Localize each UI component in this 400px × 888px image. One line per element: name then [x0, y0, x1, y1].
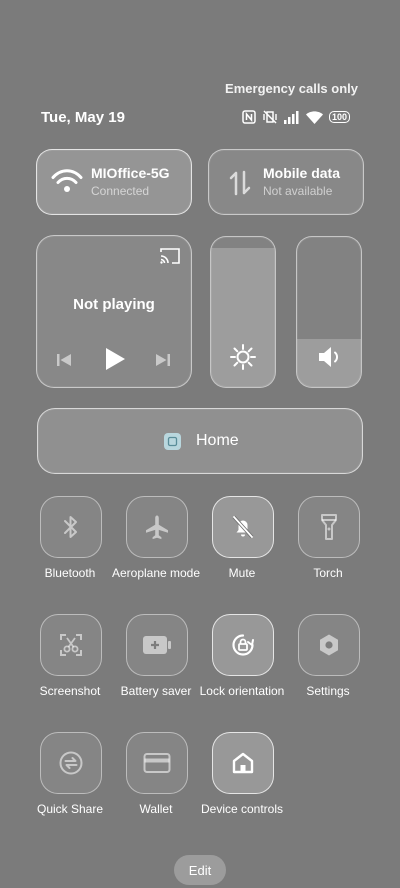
speaker-icon — [317, 345, 343, 374]
wifi-icon — [306, 110, 323, 124]
home-app-icon — [164, 433, 181, 455]
toggle-label-battery-saver: Battery saver — [120, 684, 192, 698]
toggle-label-device-controls: Device controls — [200, 802, 284, 816]
toggle-settings[interactable] — [298, 614, 360, 676]
wifi-status: Connected — [91, 184, 150, 198]
quick-share-icon — [57, 749, 85, 777]
toggle-label-aeroplane-mode: Aeroplane mode — [111, 566, 201, 580]
airplane-icon — [144, 514, 170, 540]
toggle-screenshot[interactable] — [40, 614, 102, 676]
play-icon[interactable] — [103, 346, 127, 377]
previous-icon[interactable] — [55, 351, 73, 374]
signal-icon — [284, 110, 300, 124]
status-icons: 100 — [242, 108, 351, 126]
mobile-data-title: Mobile data — [263, 165, 341, 181]
date-text: Tue, May 19 — [41, 109, 125, 126]
cast-icon[interactable] — [159, 247, 181, 270]
data-arrows-icon — [229, 170, 251, 201]
brightness-slider[interactable] — [210, 236, 276, 388]
mobile-data-tile[interactable]: Mobile data Not available — [208, 149, 364, 215]
sun-icon — [229, 343, 257, 376]
toggle-wallet[interactable] — [126, 732, 188, 794]
battery-plus-icon — [142, 634, 172, 656]
toggle-device-controls[interactable] — [212, 732, 274, 794]
media-player[interactable]: Not playing — [36, 235, 192, 388]
home-icon — [230, 750, 256, 776]
wifi-network-name: MIOffice-5G — [91, 165, 170, 181]
volume-slider[interactable] — [296, 236, 362, 388]
toggle-label-settings: Settings — [306, 684, 350, 698]
toggle-label-torch: Torch — [313, 566, 343, 580]
bluetooth-icon — [60, 514, 82, 540]
toggle-aeroplane-mode[interactable] — [126, 496, 188, 558]
toggle-lock-orientation[interactable] — [212, 614, 274, 676]
battery-icon: 100 — [329, 111, 351, 123]
media-status: Not playing — [73, 296, 155, 313]
toggle-label-wallet: Wallet — [139, 802, 173, 816]
edit-button[interactable]: Edit — [174, 855, 226, 885]
nfc-icon — [242, 110, 256, 124]
toggle-battery-saver[interactable] — [126, 614, 188, 676]
bell-off-icon — [230, 514, 256, 540]
home-tile[interactable]: Home — [37, 408, 363, 474]
next-icon[interactable] — [154, 351, 172, 374]
wifi-tile[interactable]: MIOffice-5G Connected — [36, 149, 192, 215]
toggle-label-lock-orientation: Lock orientation — [199, 684, 285, 698]
wallet-icon — [143, 752, 171, 774]
gear-icon — [316, 632, 342, 658]
toggle-torch[interactable] — [298, 496, 360, 558]
toggle-label-screenshot: Screenshot — [39, 684, 101, 698]
toggle-label-bluetooth: Bluetooth — [44, 566, 96, 580]
flashlight-icon — [318, 513, 340, 541]
mobile-data-status: Not available — [263, 184, 333, 198]
wifi-icon — [51, 169, 83, 198]
emergency-calls-text: Emergency calls only — [225, 81, 358, 96]
toggle-bluetooth[interactable] — [40, 496, 102, 558]
home-label: Home — [196, 432, 239, 449]
toggle-label-quick-share: Quick Share — [36, 802, 104, 816]
rotation-lock-icon — [229, 631, 257, 659]
toggle-label-mute: Mute — [228, 566, 256, 580]
toggle-mute[interactable] — [212, 496, 274, 558]
scissors-icon — [58, 632, 84, 658]
toggle-quick-share[interactable] — [40, 732, 102, 794]
vibrate-off-icon — [262, 110, 278, 124]
